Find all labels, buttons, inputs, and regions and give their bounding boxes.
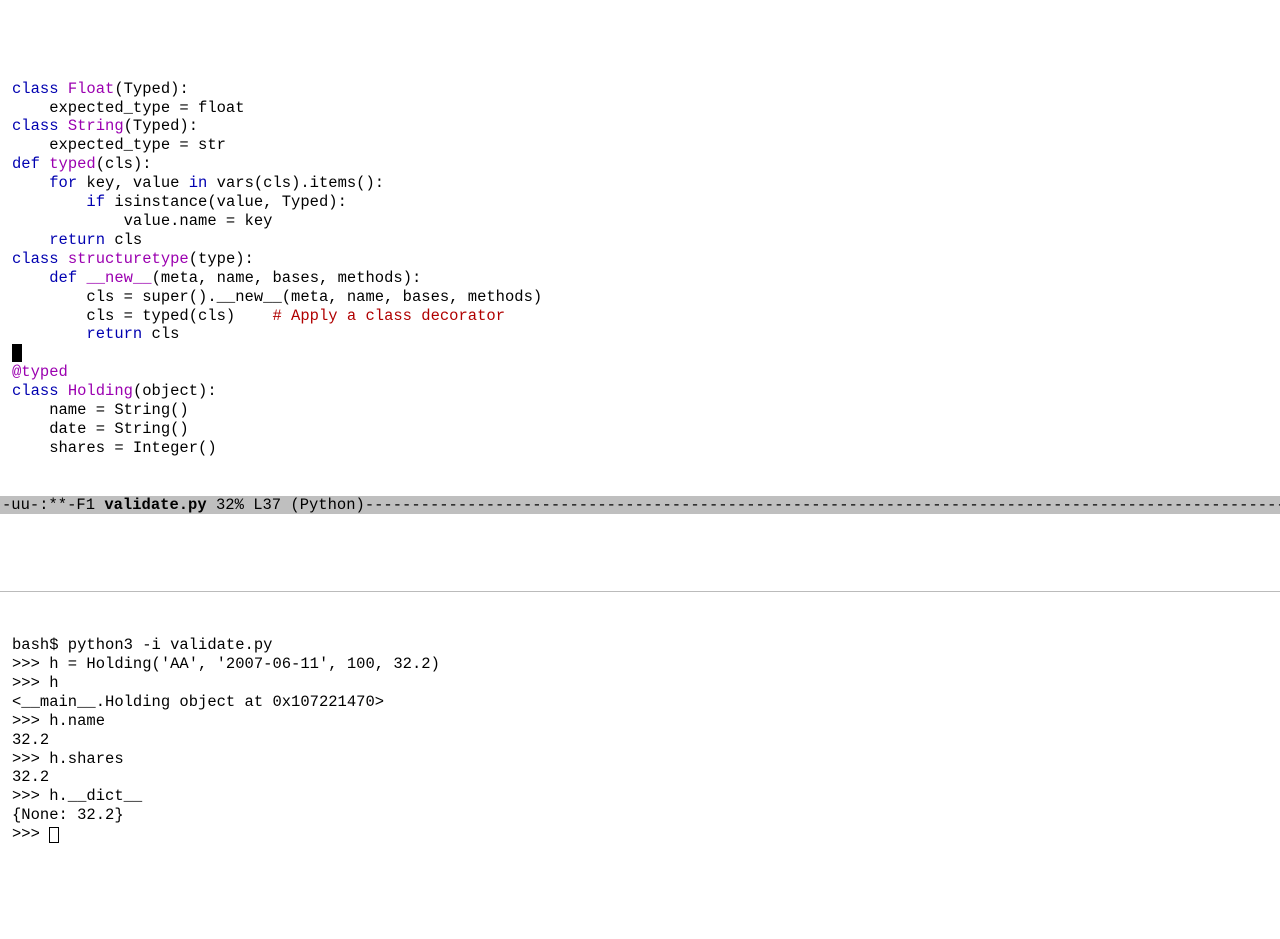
terminal[interactable]: bash$ python3 -i validate.py>>> h = Hold… [0, 630, 1280, 844]
code-line: class Holding(object): [12, 382, 1280, 401]
code-line: if isinstance(value, Typed): [12, 193, 1280, 212]
terminal-line: >>> h.__dict__ [12, 787, 1280, 806]
code-line: class String(Typed): [12, 117, 1280, 136]
emacs-modeline: -uu-:**-F1 validate.py 32% L37 (Python)-… [0, 496, 1280, 515]
code-line: class Float(Typed): [12, 80, 1280, 99]
code-line: date = String() [12, 420, 1280, 439]
code-line: cls = typed(cls) # Apply a class decorat… [12, 307, 1280, 326]
modeline-percent: 32% [216, 496, 244, 514]
code-line: shares = Integer() [12, 439, 1280, 458]
terminal-prompt-line[interactable]: >>> [12, 825, 1280, 844]
code-line: name = String() [12, 401, 1280, 420]
terminal-prompt: >>> [12, 825, 49, 843]
code-line: value.name = key [12, 212, 1280, 231]
code-line: def typed(cls): [12, 155, 1280, 174]
terminal-line: >>> h.shares [12, 750, 1280, 769]
modeline-fill: ----------------------------------------… [365, 496, 1280, 514]
terminal-line: >>> h = Holding('AA', '2007-06-11', 100,… [12, 655, 1280, 674]
terminal-line: 32.2 [12, 731, 1280, 750]
code-line [12, 344, 1280, 363]
terminal-line: {None: 32.2} [12, 806, 1280, 825]
terminal-cursor [49, 827, 59, 843]
window-gap [0, 552, 1280, 592]
terminal-line: bash$ python3 -i validate.py [12, 636, 1280, 655]
terminal-line: >>> h [12, 674, 1280, 693]
code-line: return cls [12, 325, 1280, 344]
modeline-mode: (Python) [290, 496, 364, 514]
code-line: expected_type = str [12, 136, 1280, 155]
code-line: expected_type = float [12, 99, 1280, 118]
code-editor[interactable]: class Float(Typed): expected_type = floa… [0, 76, 1280, 458]
editor-cursor [12, 344, 22, 362]
code-line: for key, value in vars(cls).items(): [12, 174, 1280, 193]
code-line: class structuretype(type): [12, 250, 1280, 269]
terminal-line: <__main__.Holding object at 0x107221470> [12, 693, 1280, 712]
code-line: def __new__(meta, name, bases, methods): [12, 269, 1280, 288]
modeline-linenum: L37 [253, 496, 281, 514]
code-line: return cls [12, 231, 1280, 250]
modeline-filename: validate.py [104, 496, 206, 514]
terminal-line: >>> h.name [12, 712, 1280, 731]
code-line: @typed [12, 363, 1280, 382]
code-line: cls = super().__new__(meta, name, bases,… [12, 288, 1280, 307]
terminal-line: 32.2 [12, 768, 1280, 787]
modeline-status: -uu-:**-F1 [2, 496, 95, 514]
